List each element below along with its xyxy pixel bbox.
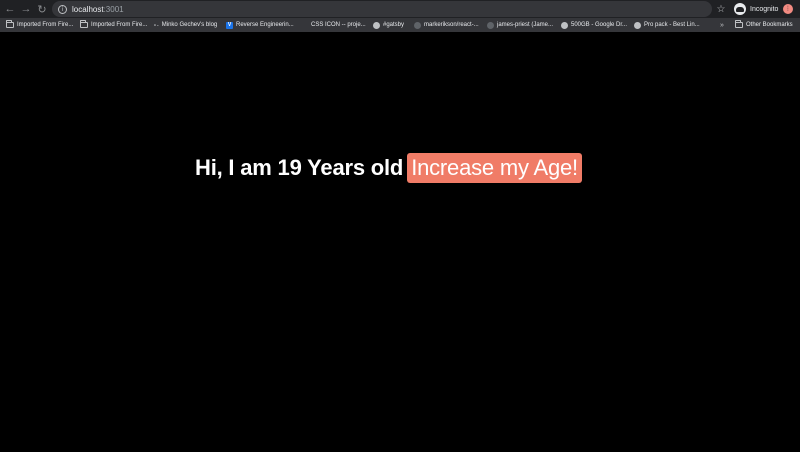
bookmark-label: Reverse Engineerin...	[236, 22, 294, 28]
browser-window: ← → ↻ i localhost:3001 ☆ Incognito ⋮ Imp…	[0, 0, 800, 452]
other-bookmarks-label: Other Bookmarks	[746, 22, 793, 28]
bookmark-label: james-priest (Jame...	[497, 22, 554, 28]
bookmark-item[interactable]: V Reverse Engineerin...	[226, 18, 294, 32]
folder-icon	[80, 20, 88, 28]
url-port: :3001	[103, 4, 124, 14]
page-content: Hi, I am 19 Years old Increase my Age!	[0, 32, 800, 452]
incognito-icon	[734, 3, 746, 15]
back-icon[interactable]: ←	[2, 0, 18, 18]
bookmark-item[interactable]: ∘- Minko Gechev's blog	[153, 18, 217, 32]
incognito-profile[interactable]: Incognito	[734, 2, 778, 16]
chevron-right-icon: »	[720, 21, 724, 29]
bookmark-item[interactable]: markerikson/react-...	[414, 18, 479, 32]
bookmark-item[interactable]: Imported From Fire...	[80, 18, 147, 32]
bookmark-item[interactable]: CSS ICON -- proje...	[311, 18, 366, 32]
bookmark-label: CSS ICON -- proje...	[311, 22, 366, 28]
github-icon	[487, 21, 494, 29]
incognito-label: Incognito	[750, 5, 779, 13]
bookmark-item[interactable]: #gatsby	[373, 18, 404, 32]
github-icon	[414, 21, 421, 29]
forward-icon[interactable]: →	[18, 0, 34, 18]
browser-toolbar: ← → ↻ i localhost:3001 ☆ Incognito ⋮	[0, 0, 800, 18]
bookmark-item[interactable]: Imported From Fire...	[6, 18, 73, 32]
address-bar[interactable]: i localhost:3001	[52, 1, 712, 17]
folder-icon	[6, 20, 14, 28]
bookmark-label: Minko Gechev's blog	[161, 22, 218, 28]
globe-icon	[561, 21, 568, 29]
bookmarks-bar: Imported From Fire... Imported From Fire…	[0, 18, 800, 32]
bookmark-label: 500GB - Google Dr...	[571, 22, 628, 28]
bookmark-item[interactable]: Pro pack - Best Lin...	[634, 18, 700, 32]
bookmark-label: markerikson/react-...	[424, 22, 479, 28]
increase-age-button[interactable]: Increase my Age!	[407, 153, 582, 183]
bookmark-item[interactable]: james-priest (Jame...	[487, 18, 553, 32]
reload-icon[interactable]: ↻	[34, 0, 50, 18]
bookmark-label: Imported From Fire...	[17, 22, 74, 28]
arrow-icon: ∘-	[153, 22, 159, 29]
other-bookmarks[interactable]: Other Bookmarks	[735, 18, 793, 32]
info-icon[interactable]: i	[58, 4, 67, 14]
bookmarks-overflow[interactable]: »	[720, 18, 724, 32]
v-icon: V	[226, 21, 233, 29]
bookmark-star-icon[interactable]: ☆	[714, 1, 728, 17]
url-host: localhost	[72, 4, 104, 14]
headline-row: Hi, I am 19 Years old Increase my Age!	[195, 153, 582, 183]
bookmark-item[interactable]: 500GB - Google Dr...	[561, 18, 627, 32]
bookmark-label: Pro pack - Best Lin...	[644, 22, 700, 28]
globe-icon	[634, 21, 641, 29]
globe-icon	[373, 21, 380, 29]
folder-icon	[735, 20, 743, 28]
bookmark-label: Imported From Fire...	[91, 22, 148, 28]
age-heading: Hi, I am 19 Years old	[195, 155, 404, 180]
bookmark-label: #gatsby	[383, 22, 405, 28]
browser-menu-icon[interactable]: ⋮	[783, 4, 793, 14]
